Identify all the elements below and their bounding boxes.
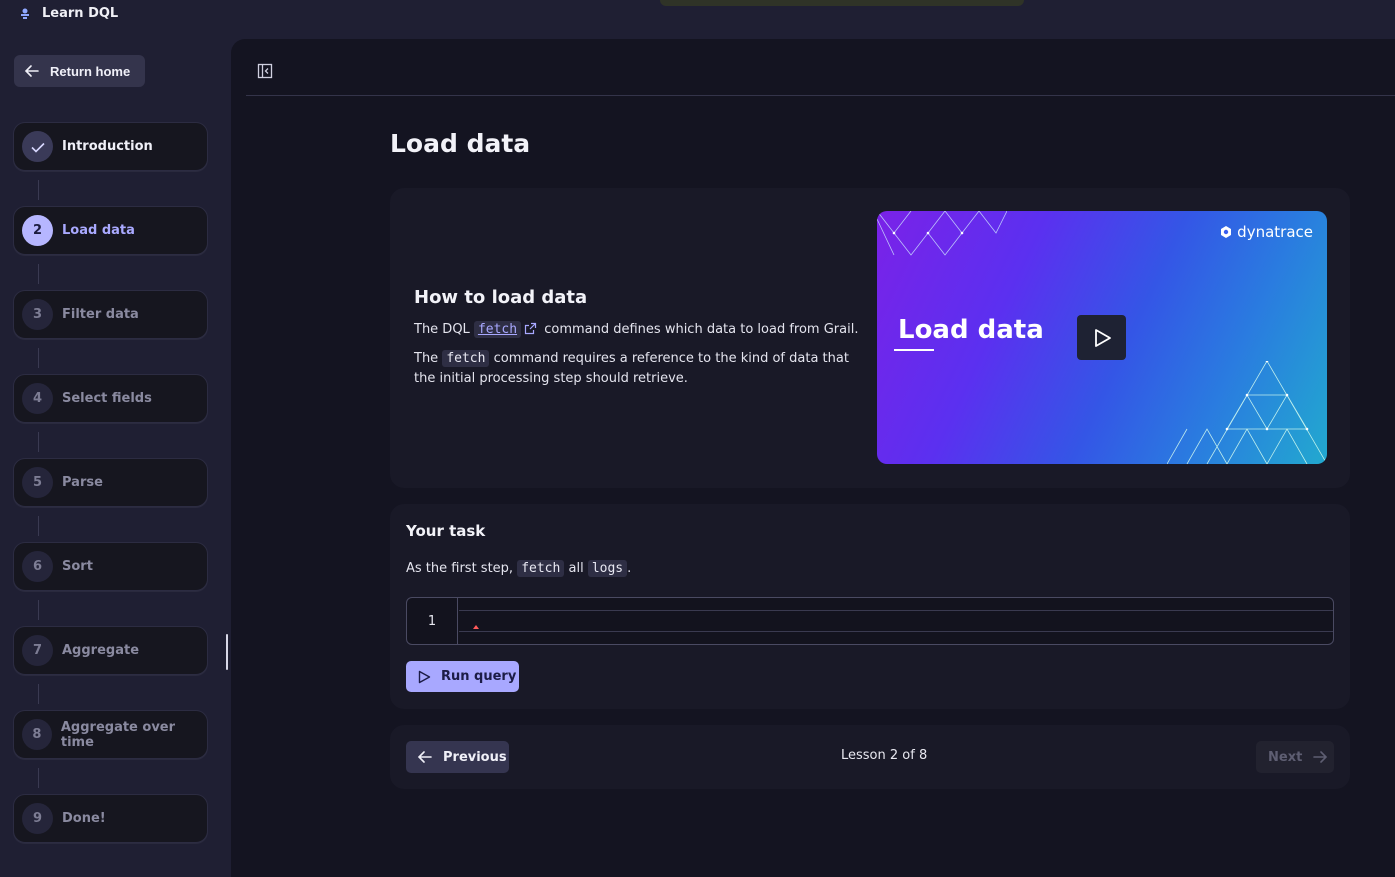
external-link-icon[interactable] bbox=[524, 322, 537, 335]
step-label: Aggregate over time bbox=[60, 719, 176, 750]
lesson-card: How to load data The DQL fetch command d… bbox=[390, 188, 1350, 488]
step-select-fields[interactable]: 4 Select fields bbox=[13, 374, 208, 423]
arrow-right-icon bbox=[1313, 751, 1328, 763]
top-status-pill bbox=[660, 0, 1024, 6]
app-title: Learn DQL bbox=[18, 6, 118, 21]
lesson-paragraph-2: The fetch command requires a reference t… bbox=[414, 349, 864, 389]
step-label: Aggregate bbox=[62, 643, 140, 658]
header-divider bbox=[246, 95, 1395, 96]
next-label: Next bbox=[1268, 749, 1303, 765]
sidebar: Return home Introduction 2 Load data 3 F… bbox=[0, 40, 231, 877]
step-connector bbox=[38, 516, 39, 536]
step-number: 3 bbox=[22, 299, 53, 330]
lesson-paragraph-1: The DQL fetch command defines which data… bbox=[414, 320, 864, 340]
arrow-left-icon bbox=[417, 751, 432, 763]
app-title-text: Learn DQL bbox=[42, 6, 119, 21]
step-connector bbox=[38, 684, 39, 704]
step-connector bbox=[38, 348, 39, 368]
step-number: 5 bbox=[22, 467, 53, 498]
return-home-button[interactable]: Return home bbox=[14, 55, 145, 87]
step-aggregate[interactable]: 7 Aggregate bbox=[13, 626, 208, 675]
step-filter-data[interactable]: 3 Filter data bbox=[13, 290, 208, 339]
step-introduction[interactable]: Introduction bbox=[13, 122, 208, 171]
step-connector bbox=[38, 600, 39, 620]
step-connector bbox=[38, 432, 39, 452]
top-bar: Learn DQL bbox=[0, 0, 1395, 30]
previous-button[interactable]: Previous bbox=[406, 741, 509, 773]
lesson-video[interactable]: dynatrace Load data bbox=[877, 211, 1327, 464]
dynatrace-mark-icon bbox=[1221, 226, 1232, 238]
step-done[interactable]: 9 Done! bbox=[13, 794, 208, 843]
cursor-marker bbox=[473, 625, 479, 629]
return-home-label: Return home bbox=[50, 63, 131, 79]
step-number: 6 bbox=[22, 551, 53, 582]
line-number: 1 bbox=[407, 598, 458, 644]
dql-logo-icon bbox=[21, 8, 29, 19]
step-load-data[interactable]: 2 Load data bbox=[13, 206, 208, 255]
step-label: Parse bbox=[62, 475, 103, 490]
lesson-counter: Lesson 2 of 8 bbox=[841, 748, 928, 763]
step-connector bbox=[38, 180, 39, 200]
step-number: 7 bbox=[22, 635, 53, 666]
check-icon bbox=[22, 131, 53, 162]
sidebar-toggle-icon[interactable] bbox=[257, 63, 273, 79]
step-aggregate-over-time[interactable]: 8 Aggregate over time bbox=[13, 710, 208, 759]
inline-code: logs bbox=[587, 560, 628, 577]
triangle-pattern-decoration bbox=[1167, 361, 1327, 464]
triangle-pattern-decoration bbox=[877, 211, 1007, 256]
text: The DQL bbox=[414, 322, 470, 337]
fetch-docs-link[interactable]: fetch bbox=[473, 321, 522, 338]
step-label: Filter data bbox=[62, 307, 139, 322]
step-connector bbox=[38, 264, 39, 284]
query-input[interactable] bbox=[467, 611, 1327, 631]
run-query-label: Run query bbox=[441, 669, 517, 684]
main-content: Load data How to load data The DQL fetch… bbox=[231, 39, 1395, 877]
step-label: Select fields bbox=[62, 391, 152, 406]
task-card: Your task As the first step, fetch all l… bbox=[390, 504, 1350, 709]
sidebar-scrollbar[interactable] bbox=[226, 634, 228, 670]
text: The bbox=[414, 351, 439, 366]
query-editor[interactable]: 1 bbox=[406, 597, 1334, 645]
task-heading: Your task bbox=[406, 522, 486, 540]
text: As the first step, bbox=[406, 561, 514, 576]
run-query-button[interactable]: Run query bbox=[406, 661, 519, 692]
play-icon bbox=[1094, 328, 1111, 347]
brand-text: dynatrace bbox=[1237, 223, 1313, 241]
step-number: 2 bbox=[22, 215, 53, 246]
arrow-left-icon bbox=[24, 65, 39, 77]
inline-code: fetch bbox=[517, 560, 565, 577]
task-instruction: As the first step, fetch all logs. bbox=[406, 559, 631, 579]
step-label: Introduction bbox=[62, 139, 153, 154]
play-button[interactable] bbox=[1077, 315, 1126, 360]
inline-code: fetch bbox=[442, 350, 490, 367]
step-label: Sort bbox=[62, 559, 93, 574]
video-title: Load data bbox=[898, 315, 1044, 345]
video-title-underline bbox=[894, 349, 934, 351]
step-label: Done! bbox=[62, 811, 106, 826]
step-label: Load data bbox=[62, 223, 135, 238]
step-sort[interactable]: 6 Sort bbox=[13, 542, 208, 591]
text: command defines which data to load from … bbox=[544, 322, 859, 337]
step-number: 4 bbox=[22, 383, 53, 414]
next-button[interactable]: Next bbox=[1256, 741, 1334, 773]
previous-label: Previous bbox=[443, 749, 507, 765]
lesson-heading: How to load data bbox=[414, 287, 588, 308]
lesson-nav-card: Previous Lesson 2 of 8 Next bbox=[390, 725, 1350, 789]
play-icon bbox=[418, 670, 431, 683]
step-number: 9 bbox=[22, 803, 53, 834]
step-parse[interactable]: 5 Parse bbox=[13, 458, 208, 507]
step-number: 8 bbox=[22, 719, 52, 750]
page-title: Load data bbox=[390, 129, 531, 158]
step-connector bbox=[38, 768, 39, 788]
text: . bbox=[627, 561, 632, 576]
dynatrace-logo: dynatrace bbox=[1219, 223, 1313, 241]
text: all bbox=[568, 561, 584, 576]
